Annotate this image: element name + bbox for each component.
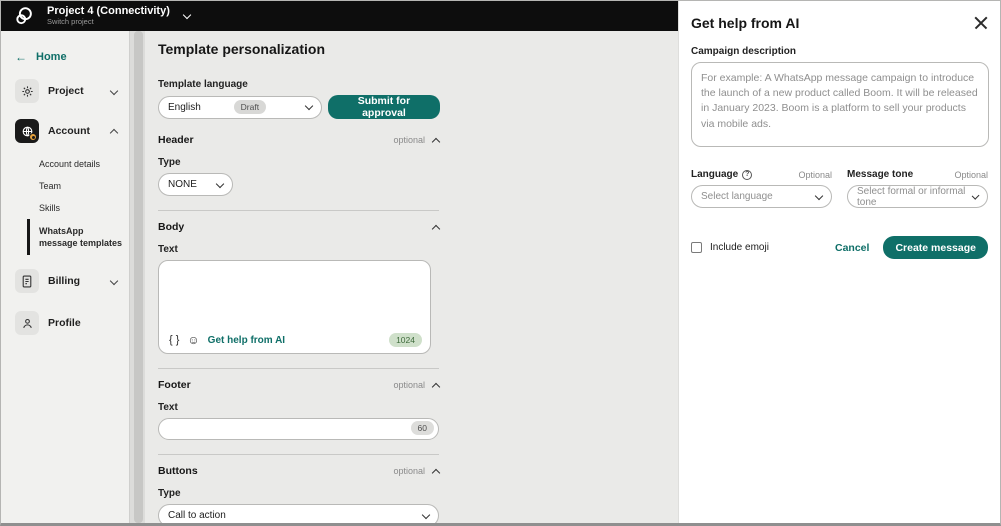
campaign-description-label: Campaign description [691,46,797,57]
infobip-logo-icon [16,7,32,25]
language-label: Language [691,169,739,180]
create-message-button[interactable]: Create message [883,236,988,259]
chevron-down-icon [421,510,431,519]
chevron-down-icon [304,101,314,111]
chevron-up-icon [109,128,119,137]
person-icon [15,311,39,336]
footer-section-title: Footer [158,379,191,391]
include-emoji-checkbox[interactable] [691,242,702,253]
page-title: Template personalization [158,41,325,57]
language-placeholder: Select language [701,191,773,202]
submit-for-approval-button[interactable]: Submit for approval [327,95,440,119]
chevron-down-icon [814,191,824,200]
language-select[interactable]: Select language [691,185,832,208]
chevron-down-icon [215,179,225,188]
body-text-input[interactable] [165,267,424,327]
profile-item-label: Profile [48,317,81,330]
billing-icon [15,269,39,294]
template-language-value: English [168,101,201,113]
account-item-label: Account [48,125,90,137]
section-divider [158,210,439,211]
body-text-label: Text [158,244,178,255]
include-emoji-label: Include emoji [710,242,769,253]
header-section-title: Header [158,134,194,146]
back-arrow-icon: ← [15,50,27,64]
account-subitems: Account details Team Skills WhatsApp mes… [1,153,129,256]
sidebar-item-billing[interactable]: Billing [1,269,129,294]
collapse-chevron-icon[interactable] [431,468,441,477]
sidebar-item-whatsapp-templates[interactable]: WhatsApp message templates [27,219,129,256]
body-toolbar: { } ☺ Get help from AI 1024 [169,333,422,347]
placeholder-braces-icon[interactable]: { } [169,334,179,346]
footer-text-field: 60 [158,418,439,440]
buttons-type-select[interactable]: Call to action [158,504,439,523]
chevron-down-icon[interactable] [182,10,192,19]
cancel-button[interactable]: Cancel [835,242,869,254]
footer-text-label: Text [158,402,178,413]
sidebar-home[interactable]: ← Home [1,31,129,63]
body-text-field[interactable]: { } ☺ Get help from AI 1024 [158,260,431,354]
home-label: Home [36,51,67,63]
scrollbar-thumb[interactable] [134,31,143,523]
gear-badge-icon [29,133,37,141]
info-icon[interactable]: ? [742,169,753,180]
account-icon [15,119,39,143]
section-divider [158,454,439,455]
language-optional-label: Optional [798,169,832,180]
get-help-from-ai-link[interactable]: Get help from AI [208,335,285,346]
collapse-chevron-icon[interactable] [431,137,441,146]
project-switcher[interactable]: Project 4 (Connectivity) Switch project [47,5,170,26]
buttons-section-title: Buttons [158,465,198,477]
get-help-from-ai-panel: Get help from AI Campaign description La… [678,1,1000,523]
sidebar-item-team[interactable]: Team [1,175,129,197]
campaign-description-input[interactable] [691,62,989,147]
buttons-type-label: Type [158,488,181,499]
sidebar-item-account-details[interactable]: Account details [1,153,129,175]
sidebar-item-profile[interactable]: Profile [1,311,129,336]
template-language-select[interactable]: English Draft [158,95,322,119]
sidebar-item-skills[interactable]: Skills [1,197,129,219]
tone-placeholder: Select formal or informal tone [857,185,966,208]
message-tone-select[interactable]: Select formal or informal tone [847,185,988,208]
footer-optional-label: optional [393,380,425,390]
gear-icon [15,79,39,103]
body-section-title: Body [158,221,185,233]
tone-optional-label: Optional [954,169,988,180]
section-divider [158,368,439,369]
footer-char-count-badge: 60 [410,421,434,435]
chevron-down-icon [109,277,119,286]
template-language-label: Template language [158,79,248,90]
switch-project-label: Switch project [47,17,94,27]
draft-badge: Draft [233,100,267,114]
panel-title: Get help from AI [691,15,800,31]
app-window: Project 4 (Connectivity) Switch project … [0,0,1001,526]
project-item-label: Project [48,85,84,97]
header-optional-label: optional [393,135,425,145]
collapse-chevron-icon[interactable] [431,224,441,233]
header-type-value: NONE [168,179,197,190]
message-tone-label: Message tone [847,169,914,180]
sidebar: ← Home Project Account Account details T… [1,31,129,523]
sidebar-item-account[interactable]: Account [1,119,129,143]
collapse-chevron-icon[interactable] [431,382,441,391]
project-name: Project 4 (Connectivity) [47,5,170,18]
sidebar-item-project[interactable]: Project [1,79,129,103]
buttons-optional-label: optional [393,466,425,476]
main-content: Template personalization Template langua… [145,31,680,523]
chevron-down-icon [109,86,119,96]
emoji-icon[interactable]: ☺ [187,334,199,346]
sidebar-scrollbar[interactable] [129,31,145,523]
close-icon[interactable] [974,16,988,30]
billing-item-label: Billing [48,275,81,288]
body-char-count-badge: 1024 [389,333,422,347]
header-type-label: Type [158,157,181,168]
footer-text-input[interactable] [158,418,439,440]
header-type-select[interactable]: NONE [158,173,233,196]
buttons-type-value: Call to action [168,510,226,521]
